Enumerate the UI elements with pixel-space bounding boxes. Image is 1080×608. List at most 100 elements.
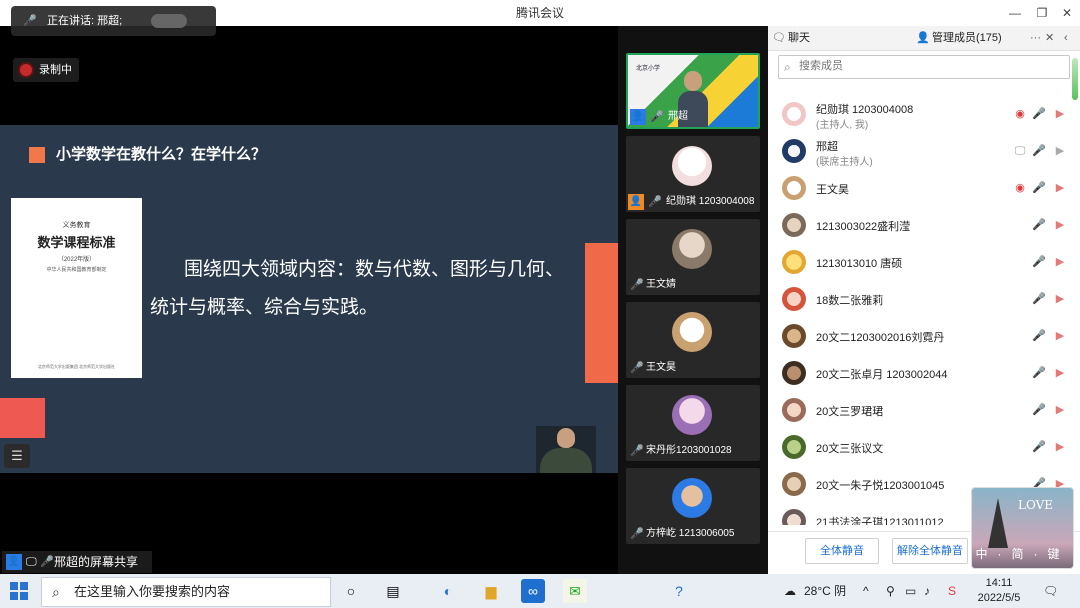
camera-off-icon[interactable]: ▶ — [1052, 365, 1068, 381]
video-tile[interactable]: 🎤 王文昊 — [626, 302, 760, 378]
list-item[interactable]: 20文二1203002016刘霓丹 🎤 ▶ — [768, 318, 1080, 355]
member-name: 20文二1203002016刘霓丹 — [816, 332, 945, 344]
member-list: 纪勋琪 1203004008 (主持人, 我) ◉ 🎤 ▶ 邢超 (联席主持人)… — [768, 88, 1080, 525]
cortana-icon[interactable]: ○ — [339, 579, 363, 603]
taskbar: ⌕ 在这里输入你要搜索的内容 ○ ▤ ◐ ▆ ∞ ✉ ? ☁ 28°C 阴 ^ … — [0, 574, 1080, 608]
list-item[interactable]: 纪勋琪 1203004008 (主持人, 我) ◉ 🎤 ▶ — [768, 96, 1080, 133]
video-tile[interactable]: 北京小学 👤 🎤 邢超 — [626, 53, 760, 129]
mic-on-icon: 🎤 — [40, 556, 54, 568]
list-item[interactable]: 1213013010 唐硕 🎤 ▶ — [768, 244, 1080, 281]
members-icon: 👤 — [916, 32, 930, 44]
member-search-input[interactable] — [799, 58, 1059, 74]
volume-icon[interactable]: ♪ — [924, 574, 930, 608]
edge-icon[interactable]: ◐ — [436, 579, 460, 603]
panel-tabs: 🗨 聊天 👤 管理成员(175) ··· ✕ ‹ — [768, 26, 1080, 51]
mute-all-button[interactable]: 全体静音 — [805, 538, 879, 564]
tab-members[interactable]: 管理成员(175) — [932, 26, 1002, 50]
avatar — [782, 139, 806, 163]
video-tile[interactable]: 🎤 方梓屹 1213006005 — [626, 468, 760, 544]
help-icon[interactable]: ? — [667, 579, 691, 603]
screen-share-label: 👤 🖵 🎤 邢超的屏幕共享 — [2, 551, 152, 573]
weather-icon: ☁ — [784, 584, 796, 598]
file-explorer-icon[interactable]: ▆ — [479, 579, 503, 603]
camera-off-icon[interactable]: ▶ — [1052, 180, 1068, 196]
mic-muted-icon[interactable]: 🎤 — [1031, 328, 1047, 344]
scroll-indicator[interactable] — [1072, 58, 1078, 100]
video-tile[interactable]: 🎤 宋丹彤1203001028 — [626, 385, 760, 461]
list-item[interactable]: 18数二张雅莉 🎤 ▶ — [768, 281, 1080, 318]
avatar — [672, 395, 712, 435]
mic-muted-icon[interactable]: 🎤 — [1031, 402, 1047, 418]
decor-block-right — [585, 243, 618, 383]
taskbar-search[interactable]: ⌕ 在这里输入你要搜索的内容 — [41, 577, 331, 607]
avatar — [782, 324, 806, 348]
unmute-all-button[interactable]: 解除全体静音 — [892, 538, 968, 564]
camera-icon[interactable]: ▶ — [1052, 143, 1068, 159]
wechat-icon[interactable]: ✉ — [563, 579, 587, 603]
collapse-icon[interactable]: ‹ — [1064, 26, 1068, 50]
screen-icon: 🖵 — [26, 556, 37, 568]
book-publisher: 中华人民共和国教育部制定 — [46, 267, 107, 273]
mic-muted-icon[interactable]: 🎤 — [1031, 365, 1047, 381]
avatar — [782, 509, 806, 525]
camera-off-icon[interactable]: ▶ — [1052, 402, 1068, 418]
task-view-icon[interactable]: ▤ — [381, 579, 405, 603]
host-icon: 👤 — [630, 109, 646, 125]
camera-off-icon[interactable]: ▶ — [1052, 106, 1068, 122]
mic-muted-icon: 🎤 — [648, 196, 662, 208]
more-button[interactable]: ··· — [1030, 26, 1041, 50]
decor-block-left — [0, 398, 45, 438]
search-icon: ⌕ — [784, 60, 791, 74]
camera-off-icon[interactable]: ▶ — [1052, 328, 1068, 344]
tencent-meeting-icon[interactable]: ∞ — [521, 579, 545, 603]
camera-off-icon[interactable]: ▶ — [1052, 217, 1068, 233]
tray-expand-icon[interactable]: ^ — [863, 574, 869, 608]
network-icon[interactable]: ⚲ — [886, 574, 895, 608]
video-tile[interactable]: 🎤 王文婧 — [626, 219, 760, 295]
list-item[interactable]: 20文二张卓月 1203002044 🎤 ▶ — [768, 355, 1080, 392]
mic-muted-icon[interactable]: 🎤 — [1031, 439, 1047, 455]
notification-icon[interactable]: 🗨 — [1043, 574, 1058, 608]
weather-text[interactable]: 28°C 阴 — [804, 574, 846, 608]
close-button[interactable]: ✕ — [1052, 0, 1080, 26]
member-role: (主持人, 我) — [816, 120, 869, 131]
member-role: (联席主持人) — [816, 157, 873, 168]
camera-off-icon[interactable]: ▶ — [1052, 291, 1068, 307]
clock[interactable]: 14:11 2022/5/5 — [969, 576, 1029, 606]
minimize-button[interactable]: — — [1000, 0, 1030, 26]
list-item[interactable]: 王文昊 ◉ 🎤 ▶ — [768, 170, 1080, 207]
list-item[interactable]: 20文三罗珺珺 🎤 ▶ — [768, 392, 1080, 429]
mic-muted-icon: 🎤 — [630, 528, 644, 540]
member-search[interactable]: ⌕ — [778, 55, 1070, 79]
mic-muted-icon[interactable]: 🎤 — [1031, 180, 1047, 196]
mic-muted-icon[interactable]: 🎤 — [1031, 254, 1047, 270]
tile-name: 邢超 — [668, 111, 688, 122]
panel-close-button[interactable]: ✕ — [1045, 26, 1054, 50]
blurred-name — [151, 14, 187, 28]
clock-date: 2022/5/5 — [977, 592, 1021, 604]
mic-muted-icon[interactable]: 🎤 — [1031, 106, 1047, 122]
recording-icon: ◉ — [1015, 182, 1025, 194]
tab-chat[interactable]: 聊天 — [788, 26, 810, 50]
mic-icon: 🎤 — [23, 15, 37, 27]
mic-muted-icon[interactable]: 🎤 — [1031, 217, 1047, 233]
video-tile[interactable]: 👤 🎤 纪勋琪 1203004008 — [626, 136, 760, 212]
slide-heading: 小学数学在教什么？在学什么？ — [56, 146, 267, 163]
mic-muted-icon: 🎤 — [630, 362, 644, 374]
recording-badge[interactable]: 录制中 — [13, 58, 79, 82]
input-method-icon[interactable]: S — [948, 574, 956, 608]
windows-start-icon[interactable] — [10, 582, 28, 600]
list-menu-button[interactable]: ☰ — [4, 444, 30, 468]
list-item[interactable]: 20文三张议文 🎤 ▶ — [768, 429, 1080, 466]
mic-on-icon: 🎤 — [650, 111, 664, 123]
list-item[interactable]: 邢超 (联席主持人) 🖵 🎤 ▶ — [768, 133, 1080, 170]
love-widget[interactable]: LOVE 中·简·键 — [971, 487, 1074, 569]
mic-muted-icon[interactable]: 🎤 — [1031, 291, 1047, 307]
camera-off-icon[interactable]: ▶ — [1052, 254, 1068, 270]
recording-label: 录制中 — [39, 64, 72, 76]
host-icon: 👤 — [628, 194, 644, 210]
mic-on-icon[interactable]: 🎤 — [1031, 143, 1047, 159]
camera-off-icon[interactable]: ▶ — [1052, 439, 1068, 455]
list-item[interactable]: 1213003022盛利滢 🎤 ▶ — [768, 207, 1080, 244]
battery-icon[interactable]: ▭ — [905, 574, 916, 608]
